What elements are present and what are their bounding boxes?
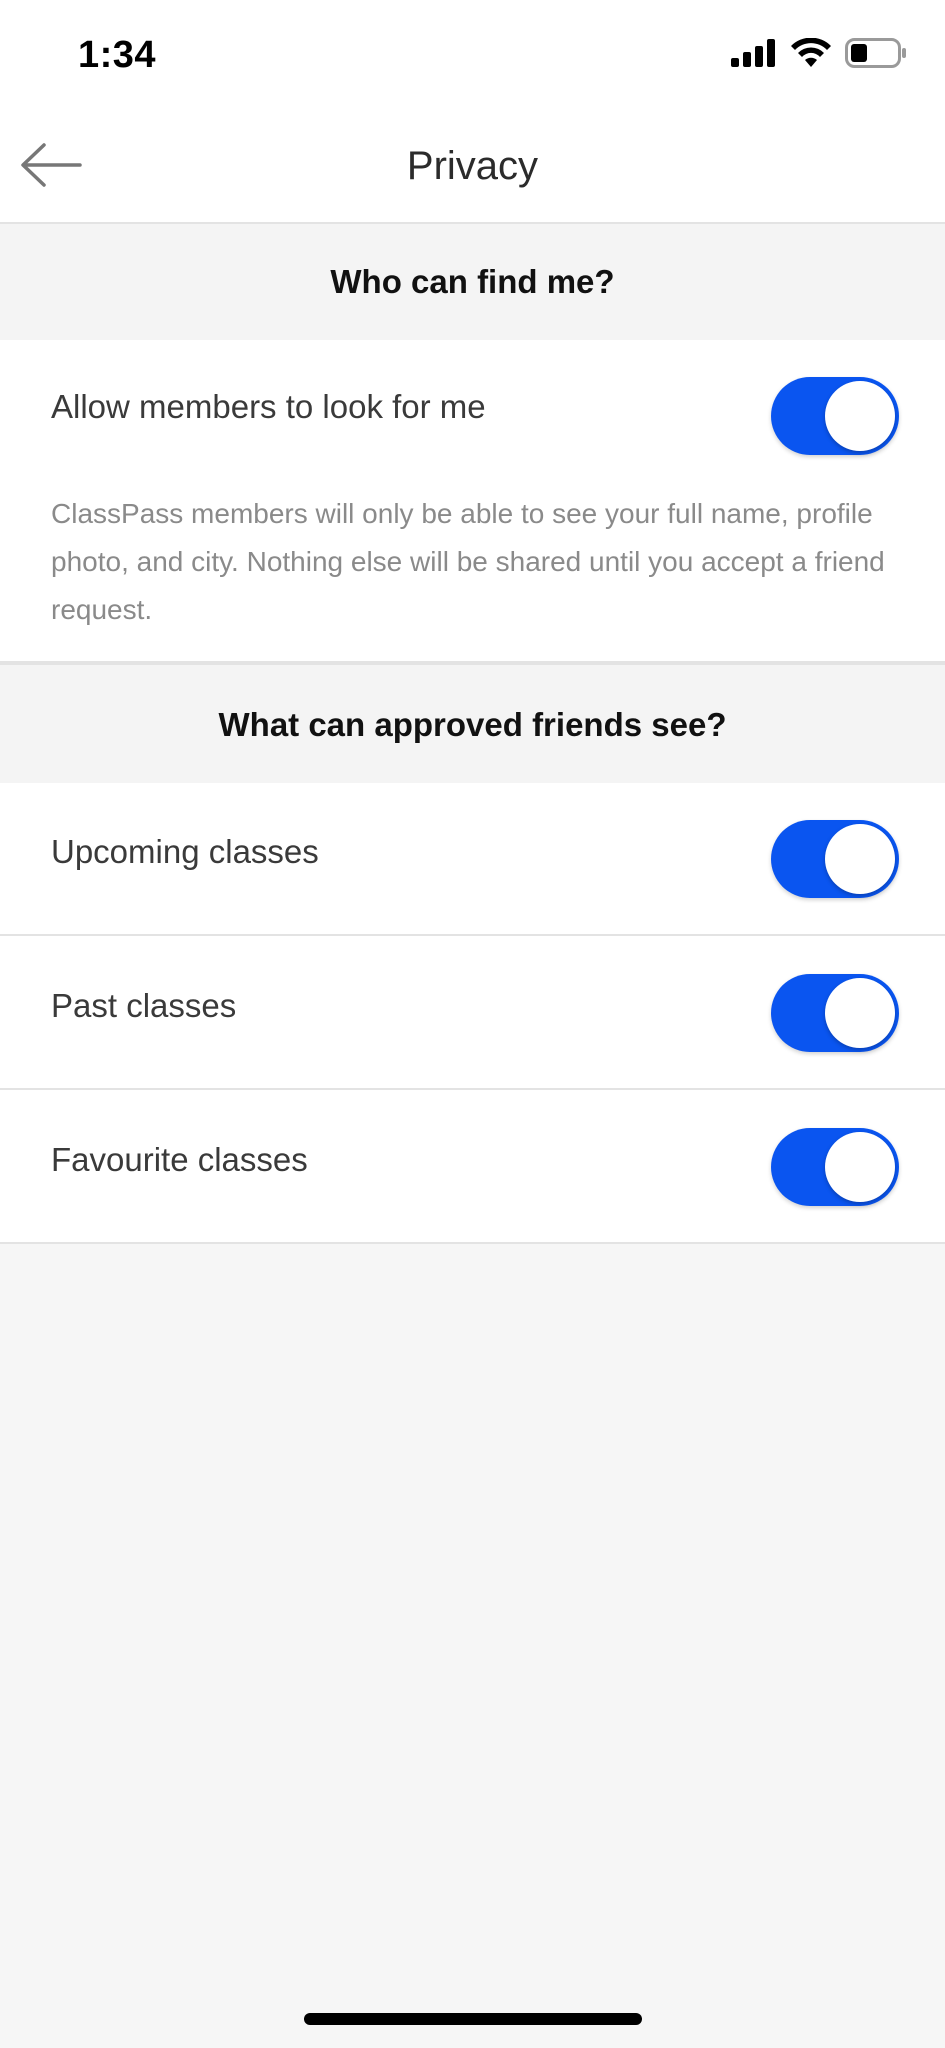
row-description: ClassPass members will only be able to s… <box>51 498 885 625</box>
row-allow-members: Allow members to look for me ClassPass m… <box>0 340 945 663</box>
toggle-knob <box>825 381 895 451</box>
favourite-classes-toggle[interactable] <box>771 1128 899 1206</box>
row-favourite-classes: Favourite classes <box>0 1090 945 1244</box>
page-title: Privacy <box>406 144 539 188</box>
home-indicator <box>304 2013 642 2025</box>
row-upcoming-classes: Upcoming classes <box>0 783 945 936</box>
toggle-knob <box>825 1132 895 1202</box>
status-time: 1:34 <box>78 34 157 76</box>
allow-members-toggle[interactable] <box>771 377 899 455</box>
upcoming-classes-toggle[interactable] <box>771 820 899 898</box>
cellular-signal-icon <box>731 39 777 72</box>
toggle-knob <box>825 824 895 894</box>
past-classes-toggle[interactable] <box>771 974 899 1052</box>
battery-icon <box>845 38 907 73</box>
status-bar: 1:34 <box>0 0 945 110</box>
nav-bar: Privacy <box>0 110 945 224</box>
row-label: Past classes <box>51 987 237 1024</box>
row-label: Favourite classes <box>51 1141 308 1178</box>
row-label: Allow members to look for me <box>51 388 486 425</box>
row-past-classes: Past classes <box>0 936 945 1090</box>
privacy-screen: 1:34 Privacy Who can find me? Allow memb… <box>0 0 945 2048</box>
section-header-what-friends-see: What can approved friends see? <box>0 663 945 783</box>
wifi-icon <box>791 37 831 73</box>
row-label: Upcoming classes <box>51 833 319 870</box>
toggle-knob <box>825 978 895 1048</box>
status-icons <box>731 37 907 73</box>
section-header-who-can-find-me: Who can find me? <box>0 224 945 340</box>
